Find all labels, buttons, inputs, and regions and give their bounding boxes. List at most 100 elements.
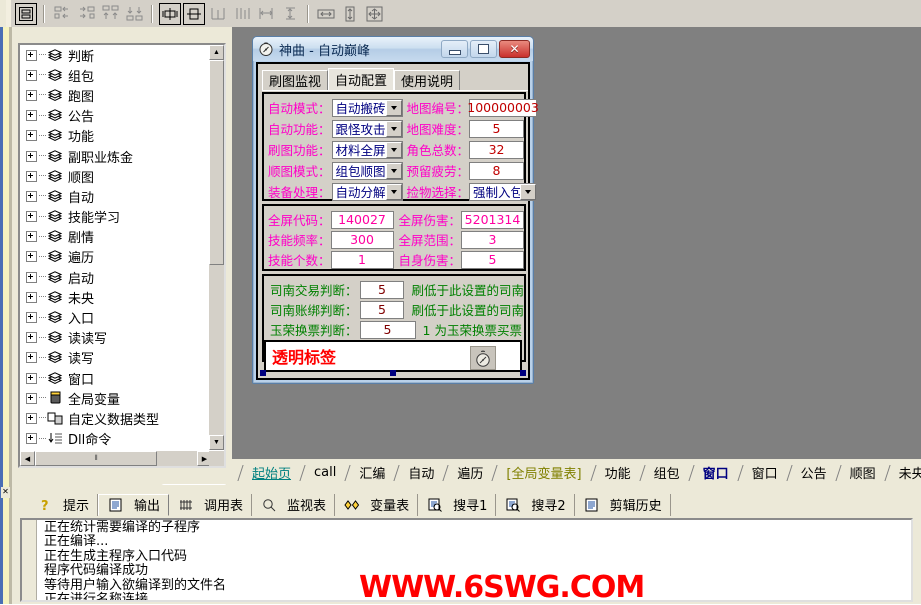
output-tab-7[interactable]: 搜寻2 [496, 493, 575, 516]
tree-node[interactable]: 跑图 [20, 85, 212, 105]
expand-node-icon[interactable] [26, 372, 37, 384]
config-combobox[interactable]: 自动搬砖 [331, 98, 403, 117]
maximize-button[interactable] [470, 40, 497, 58]
config-combobox[interactable]: 材料全屏 [331, 140, 403, 159]
expand-node-icon[interactable] [26, 231, 37, 243]
make-same-width-icon[interactable] [255, 3, 277, 25]
output-tab-1[interactable]: ? 提示 [28, 493, 99, 516]
expand-node-icon[interactable] [26, 89, 37, 101]
config-textbox[interactable]: 8 [469, 161, 524, 180]
size-both-icon[interactable] [363, 3, 385, 25]
expand-node-icon[interactable] [26, 271, 37, 283]
config-textbox[interactable]: 100000003 [467, 98, 539, 117]
config-tab-1[interactable]: 刷图监视 [262, 70, 329, 90]
expand-node-icon[interactable] [26, 150, 37, 162]
expand-node-icon[interactable] [26, 130, 37, 142]
tree-node[interactable]: 剧情 [20, 227, 212, 247]
transparent-label-bar[interactable]: 透明标签 [264, 340, 522, 372]
tree-node[interactable]: 副职业炼金 [20, 146, 212, 166]
chevron-down-icon[interactable] [385, 183, 402, 200]
chevron-down-icon-2[interactable] [520, 183, 537, 200]
config-combobox[interactable]: 跟怪攻击 [331, 119, 403, 138]
tree-hscroll-thumb[interactable]: ⦀ [35, 451, 157, 466]
page-tab[interactable]: 未央 [892, 461, 921, 484]
page-tab[interactable]: call [307, 461, 343, 484]
make-same-height-icon[interactable] [279, 3, 301, 25]
page-tab[interactable]: 功能 [598, 461, 638, 484]
minimize-button[interactable] [441, 40, 468, 58]
tree-node[interactable]: 窗口 [20, 368, 212, 388]
close-button[interactable]: ✕ [499, 40, 530, 58]
chevron-down-icon[interactable] [385, 162, 402, 179]
page-tab[interactable]: 遍历 [450, 461, 490, 484]
tree-scroll-thumb[interactable] [209, 60, 224, 265]
tree-node[interactable]: 公告 [20, 106, 212, 126]
config-combobox[interactable]: 组包顺图 [331, 161, 403, 180]
fullscreen-textbox[interactable]: 300 [330, 230, 394, 249]
chevron-down-icon[interactable] [385, 141, 402, 158]
output-tab-3[interactable]: 调用表 [169, 493, 253, 516]
page-tab[interactable]: [全局变量表] [499, 461, 588, 484]
align-left-icon[interactable] [51, 3, 73, 25]
expand-node-icon[interactable] [26, 291, 37, 303]
space-equal-horizontal-icon[interactable] [207, 3, 229, 25]
designed-window[interactable]: 神曲 - 自动巅峰 ✕ 刷图监视 自动配置 使用说明 自动模式： 自动搬砖 地图编号： 1… [252, 36, 539, 384]
expand-node-icon[interactable] [26, 211, 37, 223]
size-width-icon[interactable] [315, 3, 337, 25]
config-combobox-2[interactable]: 强制入包 [469, 182, 538, 201]
center-vertical-icon[interactable] [183, 2, 205, 25]
scroll-left-arrow[interactable]: ◀ [20, 451, 35, 466]
tree-node[interactable]: 读写 [20, 348, 212, 368]
page-tab[interactable]: 顺图 [843, 461, 883, 484]
panel-grip-strip[interactable] [0, 27, 12, 492]
expand-node-icon[interactable] [26, 69, 37, 81]
expand-node-icon[interactable] [26, 332, 37, 344]
page-tab[interactable]: 公告 [794, 461, 834, 484]
tree-node[interactable]: Dll命令 [20, 429, 212, 449]
close-icon[interactable]: ✕ [1, 487, 10, 498]
output-tab-8[interactable]: 剪辑历史 [575, 493, 671, 516]
page-tab[interactable]: 汇编 [352, 461, 392, 484]
tree-node[interactable]: 功能 [20, 126, 212, 146]
output-tab-4[interactable]: 监视表 [252, 493, 336, 516]
align-top-icon[interactable] [99, 3, 121, 25]
size-height-icon[interactable] [339, 3, 361, 25]
expand-node-icon[interactable] [26, 170, 37, 182]
config-textbox[interactable]: 32 [469, 140, 524, 159]
fullscreen-textbox-2[interactable]: 3 [461, 230, 524, 249]
expand-node-icon[interactable] [26, 433, 37, 445]
fullscreen-textbox[interactable]: 140027 [330, 210, 394, 229]
expand-node-icon[interactable] [26, 49, 37, 61]
expand-node-icon[interactable] [26, 251, 37, 263]
tree-node[interactable]: 自定义数据类型 [20, 408, 212, 428]
tree-vertical-scrollbar[interactable]: ▲ ▼ [208, 45, 224, 450]
expand-node-icon[interactable] [26, 352, 37, 364]
expand-node-icon[interactable] [26, 392, 37, 404]
output-tab-5[interactable]: 变量表 [335, 493, 419, 516]
expand-node-icon[interactable] [26, 190, 37, 202]
chevron-down-icon[interactable] [385, 99, 402, 116]
scroll-up-arrow[interactable]: ▲ [209, 45, 224, 60]
output-tab-2[interactable]: 输出 [98, 493, 170, 516]
fullscreen-textbox-2[interactable]: 5201314 [461, 210, 524, 229]
page-tab[interactable]: 自动 [401, 461, 441, 484]
judgement-textbox[interactable]: 5 [359, 300, 405, 319]
fullscreen-textbox-2[interactable]: 5 [461, 250, 524, 269]
center-horizontal-icon[interactable] [159, 2, 181, 25]
tree-node[interactable]: 顺图 [20, 166, 212, 186]
window-titlebar[interactable]: 神曲 - 自动巅峰 ✕ [253, 37, 533, 61]
timer-icon[interactable] [470, 346, 496, 370]
judgement-textbox[interactable]: 5 [359, 280, 405, 299]
tree-node[interactable]: 判断 [20, 45, 212, 65]
align-right-icon[interactable] [75, 3, 97, 25]
expand-node-icon[interactable] [26, 412, 37, 424]
tree-node[interactable]: 技能学习 [20, 207, 212, 227]
tree-node[interactable]: 未央 [20, 287, 212, 307]
align-bottom-icon[interactable] [123, 3, 145, 25]
output-tab-6[interactable]: 搜寻1 [418, 493, 497, 516]
tree-node[interactable]: 启动 [20, 267, 212, 287]
config-tab-2[interactable]: 自动配置 [328, 68, 395, 90]
tree-node[interactable]: 自动 [20, 186, 212, 206]
tree-node[interactable]: 组包 [20, 65, 212, 85]
judgement-textbox[interactable]: 5 [359, 320, 416, 339]
